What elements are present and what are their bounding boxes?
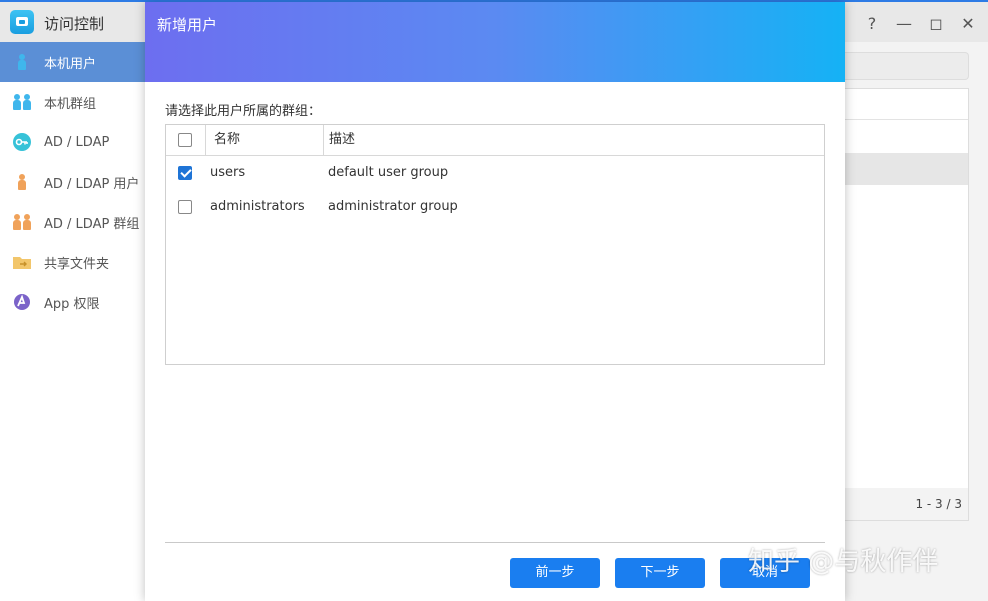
user-table	[845, 88, 969, 490]
help-icon[interactable]: ?	[862, 14, 882, 33]
sidebar-item-local-groups[interactable]: 本机群组	[0, 82, 145, 122]
sidebar-item-label: 本机用户	[44, 56, 97, 72]
table-row[interactable]: users default user group	[166, 156, 824, 190]
ad-group-icon	[12, 212, 32, 232]
user-icon	[12, 52, 32, 72]
watermark-text: 知乎 @与秋作伴	[748, 547, 939, 577]
table-row[interactable]: administrators administrator group	[166, 190, 824, 224]
dialog-header: 新增用户	[145, 2, 845, 82]
search-input[interactable]	[845, 52, 969, 80]
access-control-app-icon	[10, 10, 34, 34]
sidebar-item-label: AD / LDAP	[44, 134, 110, 150]
next-step-button[interactable]: 下一步	[615, 558, 705, 588]
table-header: 名称 描述	[166, 125, 824, 156]
maximize-icon[interactable]: ◻	[926, 14, 946, 33]
group-table: 名称 描述 users default user group administr…	[165, 124, 825, 365]
sidebar-item-label: AD / LDAP 用户	[44, 176, 140, 192]
sidebar-item-ad-ldap-users[interactable]: AD / LDAP 用户	[0, 162, 145, 202]
window-controls: ? — ◻ ✕	[862, 14, 978, 33]
key-icon	[12, 132, 32, 152]
header-checkbox-cell	[166, 125, 206, 155]
group-name: users	[210, 165, 246, 180]
table-header-divider	[845, 119, 968, 120]
ad-user-icon	[12, 172, 32, 192]
select-all-checkbox[interactable]	[178, 133, 192, 147]
footer-divider	[165, 542, 825, 543]
app-permission-icon	[12, 292, 32, 312]
sidebar-item-label: AD / LDAP 群组	[44, 216, 140, 232]
table-row[interactable]	[845, 153, 968, 185]
sidebar-item-label: 本机群组	[44, 96, 97, 112]
sidebar-item-label: App 权限	[44, 296, 100, 312]
column-header-name[interactable]: 名称	[206, 125, 324, 155]
app-title: 访问控制	[44, 15, 105, 33]
dialog-title: 新增用户	[157, 16, 218, 34]
sidebar-item-label: 共享文件夹	[44, 256, 110, 272]
minimize-icon[interactable]: —	[894, 14, 914, 33]
sidebar-item-ad-ldap[interactable]: AD / LDAP	[0, 122, 145, 162]
sidebar-item-ad-ldap-groups[interactable]: AD / LDAP 群组	[0, 202, 145, 242]
previous-step-button[interactable]: 前一步	[510, 558, 600, 588]
row-checkbox-users[interactable]	[178, 166, 192, 180]
row-checkbox-administrators[interactable]	[178, 200, 192, 214]
group-selection-instruction: 请选择此用户所属的群组：	[165, 104, 322, 119]
add-user-dialog: 新增用户 请选择此用户所属的群组： 名称 描述 users default us…	[145, 2, 845, 601]
group-name: administrators	[210, 199, 305, 214]
group-description: administrator group	[328, 199, 458, 214]
pagination-count: 1 - 3 / 3	[915, 497, 962, 511]
folder-icon	[12, 252, 32, 272]
group-icon	[12, 92, 32, 112]
sidebar-item-local-users[interactable]: 本机用户	[0, 42, 145, 82]
column-header-description[interactable]: 描述	[325, 125, 355, 155]
sidebar: 本机用户 本机群组 AD / LDAP AD / LDAP 用户 AD / LD…	[0, 42, 145, 601]
sidebar-item-app-permissions[interactable]: App 权限	[0, 282, 145, 322]
close-icon[interactable]: ✕	[958, 14, 978, 33]
group-description: default user group	[328, 165, 449, 180]
sidebar-item-shared-folders[interactable]: 共享文件夹	[0, 242, 145, 282]
